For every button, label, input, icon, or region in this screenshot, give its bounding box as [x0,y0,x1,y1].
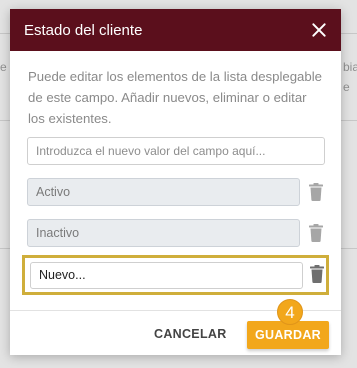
new-option-highlight: Nuevo... [22,255,329,295]
edit-options-dialog: Estado del cliente Puede editar los elem… [10,9,341,355]
dialog-header: Estado del cliente [10,9,341,51]
cancel-button[interactable]: CANCELAR [148,321,233,347]
option-row: Activo [27,178,337,206]
save-button[interactable]: GUARDAR [247,321,329,349]
dialog-title: Estado del cliente [24,21,143,39]
dialog-description: Puede editar los elementos de la lista d… [28,69,322,126]
trash-icon[interactable] [309,183,323,201]
close-icon[interactable] [309,20,329,40]
new-option-field[interactable]: Nuevo... [30,262,303,289]
step-badge: 4 [277,299,303,325]
new-value-input[interactable] [27,137,325,165]
trash-icon[interactable] [309,224,323,242]
option-field[interactable]: Activo [27,178,300,206]
option-row: Inactivo [27,219,337,247]
trash-icon[interactable] [310,265,324,283]
option-field[interactable]: Inactivo [27,219,300,247]
